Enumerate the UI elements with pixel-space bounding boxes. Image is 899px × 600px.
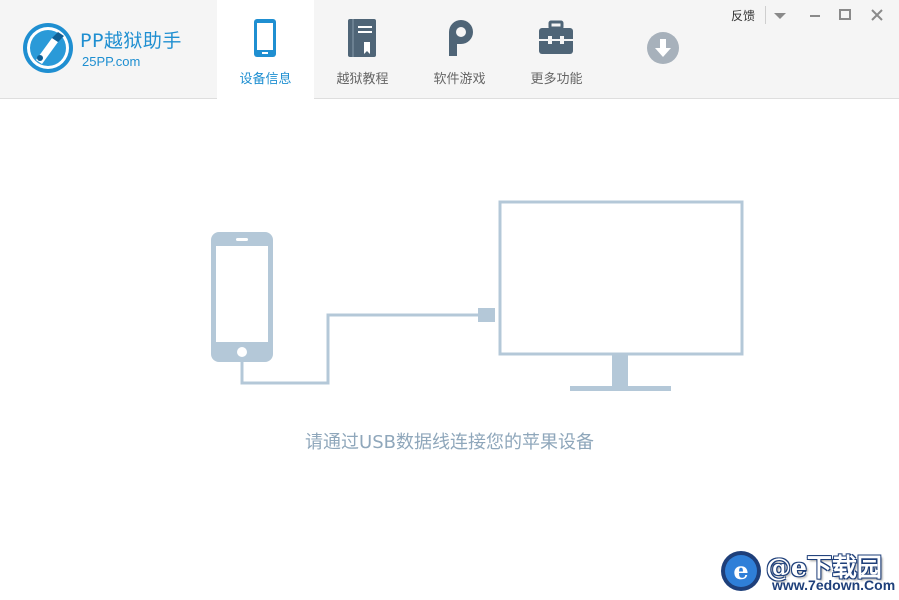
tab-device-info[interactable]: 设备信息 xyxy=(217,0,314,99)
tab-apps-games[interactable]: 软件游戏 xyxy=(411,0,508,98)
app-site: 25PP.com xyxy=(82,54,141,69)
dropdown-menu-icon[interactable] xyxy=(770,5,790,25)
phone-icon xyxy=(254,19,276,57)
connect-hint-text: 请通过USB数据线连接您的苹果设备 xyxy=(305,432,594,453)
usb-cable xyxy=(240,313,480,385)
monitor-illustration-icon xyxy=(498,200,744,391)
book-icon xyxy=(348,19,376,57)
connect-device-illustration xyxy=(211,200,744,391)
feedback-button[interactable]: 反馈 xyxy=(731,7,755,24)
watermark-url: www.7edown.Com xyxy=(772,577,896,593)
tab-label: 越狱教程 xyxy=(336,72,389,87)
tab-jailbreak-tutorial[interactable]: 越狱教程 xyxy=(314,0,411,98)
toolbox-icon xyxy=(539,20,573,54)
iphone-illustration-icon xyxy=(211,232,273,362)
tab-label: 软件游戏 xyxy=(433,72,486,87)
tab-label: 更多功能 xyxy=(530,72,583,87)
title-bar: PP越狱助手 25PP.com 设备信息 越狱教程 软件游戏 更多功能 反馈 xyxy=(0,0,899,99)
ie-logo-icon: e xyxy=(721,551,761,591)
svg-text:e: e xyxy=(733,556,748,585)
divider xyxy=(765,6,766,24)
tab-more-features[interactable]: 更多功能 xyxy=(508,0,605,98)
app-title: PP越狱助手 xyxy=(80,30,182,52)
download-icon[interactable] xyxy=(646,31,680,65)
pp-logo-icon xyxy=(449,20,473,56)
maximize-icon[interactable] xyxy=(835,5,855,25)
close-icon[interactable] xyxy=(867,5,887,25)
minimize-icon[interactable] xyxy=(805,5,825,25)
usb-plug xyxy=(478,308,495,322)
tab-label: 设备信息 xyxy=(239,72,292,87)
pp-jailbreak-logo-icon xyxy=(23,23,73,73)
